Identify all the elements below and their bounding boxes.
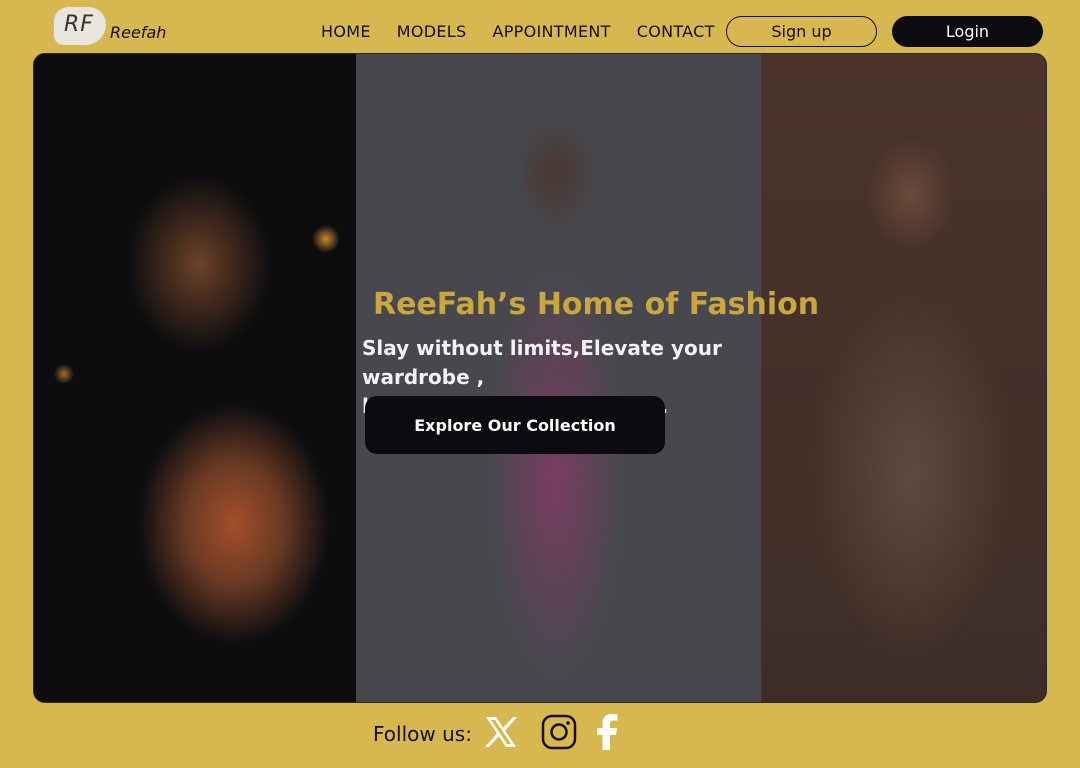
explore-collection-button[interactable]: Explore Our Collection: [365, 396, 665, 454]
main-nav: HOME MODELS APPOINTMENT CONTACT: [321, 22, 741, 41]
brand-logo[interactable]: RF Reefah: [54, 7, 174, 47]
nav-contact[interactable]: CONTACT: [637, 22, 715, 41]
login-button[interactable]: Login: [892, 16, 1043, 47]
follow-us-label: Follow us:: [373, 722, 472, 746]
logo-mark: RF: [64, 12, 94, 37]
hero-title: ReeFah’s Home of Fashion: [373, 287, 820, 322]
brand-name: Reefah: [110, 23, 167, 42]
instagram-icon[interactable]: [540, 713, 578, 751]
nav-appointment[interactable]: APPOINTMENT: [492, 22, 610, 41]
facebook-icon[interactable]: [589, 713, 627, 751]
model-kente-outfit-photo: [34, 54, 356, 702]
hero-banner: ReeFah’s Home of Fashion Slay without li…: [33, 53, 1047, 703]
x-icon[interactable]: [482, 713, 520, 751]
signup-button[interactable]: Sign up: [726, 16, 877, 47]
hero-subtitle-line-1: Slay without limits,Elevate your wardrob…: [362, 336, 722, 389]
nav-models[interactable]: MODELS: [397, 22, 467, 41]
nav-home[interactable]: HOME: [321, 22, 371, 41]
